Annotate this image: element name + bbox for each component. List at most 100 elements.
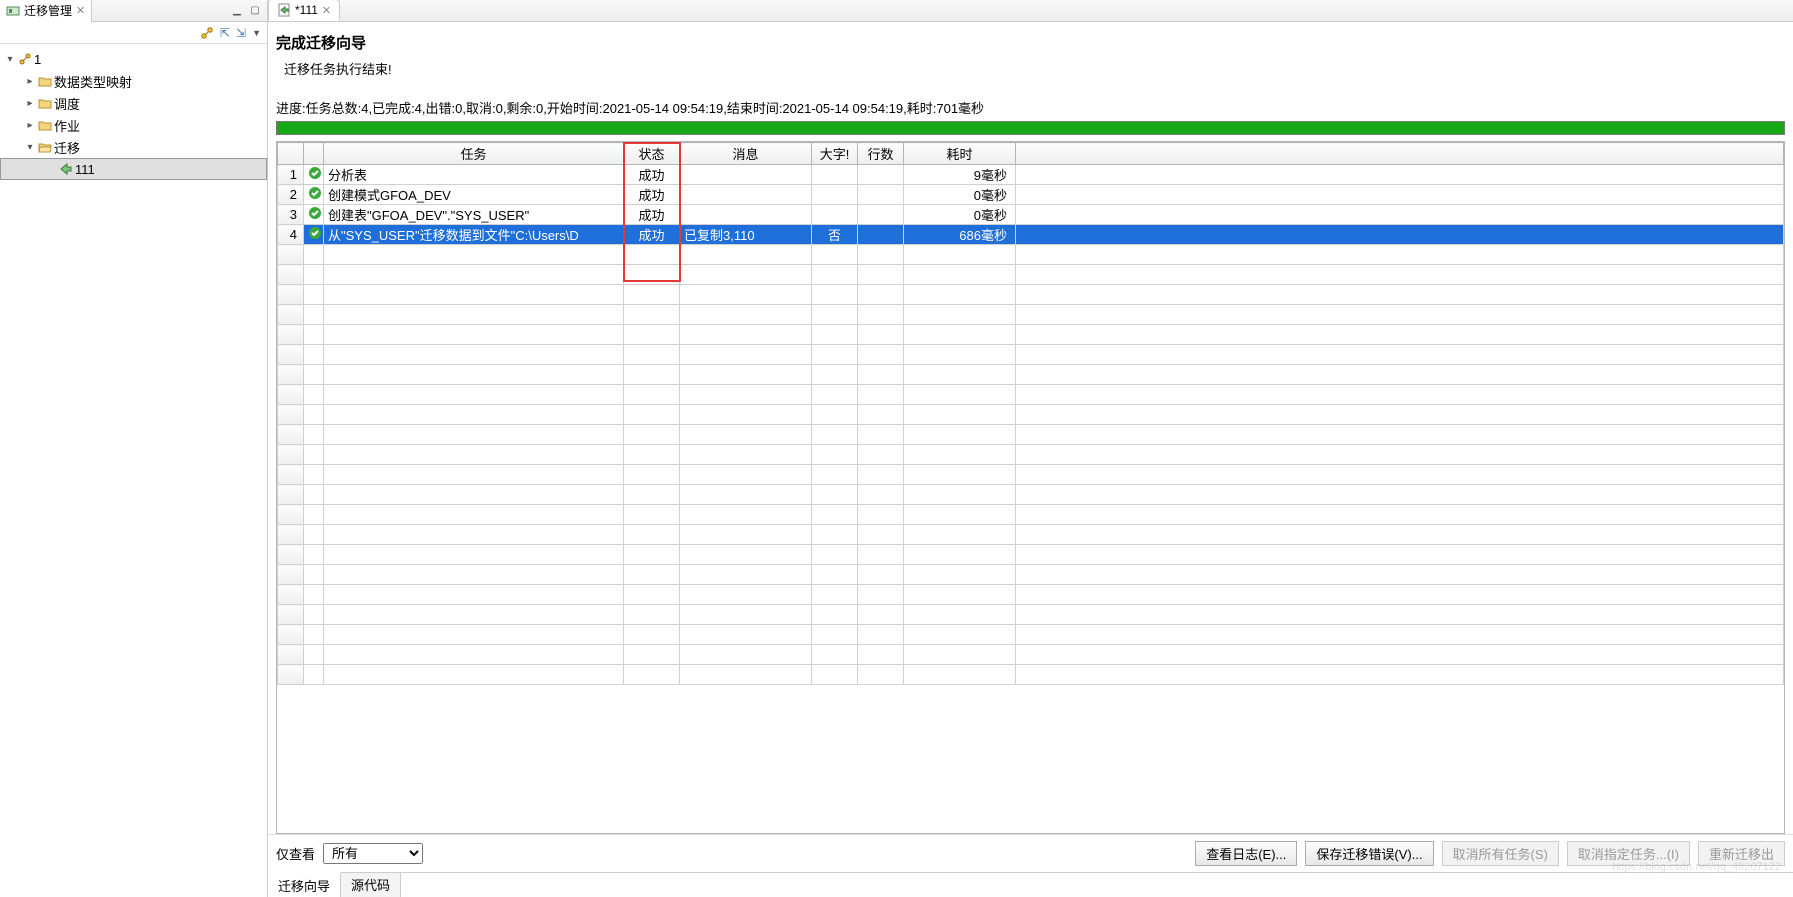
- row-status-icon: [304, 185, 324, 205]
- left-panel: 迁移管理 ✕ ▁ ▢ ⇱ ⇲ ▼ ▾ 1: [0, 0, 268, 897]
- table-row-empty: [278, 605, 1784, 625]
- left-tab-bar: 迁移管理 ✕ ▁ ▢: [0, 0, 267, 22]
- migration-task-icon: [59, 162, 73, 176]
- table-row-empty: [278, 345, 1784, 365]
- left-panel-tab[interactable]: 迁移管理 ✕: [0, 0, 92, 22]
- table-row[interactable]: 2 创建模式GFOA_DEV成功 0毫秒: [278, 185, 1784, 205]
- table-row-empty: [278, 445, 1784, 465]
- filter-select[interactable]: 所有: [323, 843, 423, 864]
- tree-root[interactable]: ▾ 1: [0, 48, 267, 70]
- row-message: [680, 185, 812, 205]
- minimize-icon[interactable]: ▁: [229, 4, 245, 18]
- import-icon[interactable]: ⇱: [220, 26, 230, 40]
- table-row[interactable]: 4 从"SYS_USER"迁移数据到文件"C:\Users\D成功已复制3,110…: [278, 225, 1784, 245]
- col-rownum[interactable]: [278, 143, 304, 165]
- row-status-icon: [304, 225, 324, 245]
- editor-tab-bar: *111 ✕: [268, 0, 1793, 22]
- row-rows: [858, 205, 904, 225]
- row-state: 成功: [624, 225, 680, 245]
- table-row[interactable]: 3 创建表"GFOA_DEV"."SYS_USER"成功 0毫秒: [278, 205, 1784, 225]
- row-message: 已复制3,110: [680, 225, 812, 245]
- row-rows: [858, 225, 904, 245]
- row-number: 1: [278, 165, 304, 185]
- tree-item-migration[interactable]: ▾ 迁移: [0, 136, 267, 158]
- row-task: 创建模式GFOA_DEV: [324, 185, 624, 205]
- row-message: [680, 165, 812, 185]
- row-task: 创建表"GFOA_DEV"."SYS_USER": [324, 205, 624, 225]
- table-row[interactable]: 1分析表成功9毫秒: [278, 165, 1784, 185]
- cancel-selected-button: 取消指定任务...(I): [1567, 841, 1690, 866]
- table-row-empty: [278, 525, 1784, 545]
- bottom-tabs: 迁移向导 源代码: [268, 872, 1793, 897]
- cancel-all-button: 取消所有任务(S): [1442, 841, 1559, 866]
- restart-migration-button: 重新迁移出: [1698, 841, 1785, 866]
- left-toolbar: ⇱ ⇲ ▼: [0, 22, 267, 44]
- connection-icon[interactable]: [200, 26, 214, 40]
- col-message[interactable]: 消息: [680, 143, 812, 165]
- col-elapsed[interactable]: 耗时: [904, 143, 1016, 165]
- chevron-down-icon: ▾: [24, 142, 36, 153]
- migration-file-icon: [277, 3, 291, 17]
- close-icon[interactable]: ✕: [322, 4, 331, 17]
- row-number: 4: [278, 225, 304, 245]
- editor-tab[interactable]: *111 ✕: [268, 0, 340, 21]
- folder-icon: [38, 96, 52, 110]
- row-number: 3: [278, 205, 304, 225]
- bottom-bar: 仅查看 所有 查看日志(E)... 保存迁移错误(V)... 取消所有任务(S)…: [268, 834, 1793, 872]
- row-elapsed: 9毫秒: [904, 165, 1016, 185]
- col-status-icon[interactable]: [304, 143, 324, 165]
- close-icon[interactable]: ✕: [76, 4, 85, 17]
- row-state: 成功: [624, 165, 680, 185]
- tree-item-label: 111: [75, 162, 95, 177]
- row-status-icon: [304, 165, 324, 185]
- row-status-icon: [304, 205, 324, 225]
- folder-icon: [38, 74, 52, 88]
- col-state[interactable]: 状态: [624, 143, 680, 165]
- tree-item-label: 作业: [54, 116, 80, 135]
- row-rows: [858, 185, 904, 205]
- tree-item-label: 迁移: [54, 138, 80, 157]
- connection-small-icon: [18, 52, 32, 66]
- maximize-icon[interactable]: ▢: [247, 4, 263, 18]
- tab-source[interactable]: 源代码: [341, 873, 401, 897]
- col-task[interactable]: 任务: [324, 143, 624, 165]
- dropdown-icon[interactable]: ▼: [252, 28, 261, 38]
- save-errors-button[interactable]: 保存迁移错误(V)...: [1305, 841, 1433, 866]
- table-row-empty: [278, 545, 1784, 565]
- progress-text: 进度:任务总数:4,已完成:4,出错:0,取消:0,剩余:0,开始时间:2021…: [268, 94, 1793, 121]
- table-row-empty: [278, 665, 1784, 685]
- row-state: 成功: [624, 185, 680, 205]
- col-bigchar[interactable]: 大字!: [812, 143, 858, 165]
- row-bigchar: [812, 165, 858, 185]
- table-row-empty: [278, 325, 1784, 345]
- right-panel: *111 ✕ 完成迁移向导 迁移任务执行结束! 进度:任务总数:4,已完成:4,…: [268, 0, 1793, 897]
- tree-item-schedule[interactable]: ▸ 调度: [0, 92, 267, 114]
- tree-item-jobs[interactable]: ▸ 作业: [0, 114, 267, 136]
- tree-item-datatype-mapping[interactable]: ▸ 数据类型映射: [0, 70, 267, 92]
- chevron-right-icon: ▸: [24, 120, 36, 131]
- row-number: 2: [278, 185, 304, 205]
- view-only-label: 仅查看: [276, 844, 315, 863]
- table-row-empty: [278, 265, 1784, 285]
- tree-root-label: 1: [34, 52, 41, 67]
- row-state: 成功: [624, 205, 680, 225]
- table-row-empty: [278, 485, 1784, 505]
- export-icon[interactable]: ⇲: [236, 26, 246, 40]
- tree-item-111[interactable]: 111: [0, 158, 267, 180]
- view-log-button[interactable]: 查看日志(E)...: [1195, 841, 1297, 866]
- tree-item-label: 调度: [54, 94, 80, 113]
- table-row-empty: [278, 565, 1784, 585]
- row-task: 从"SYS_USER"迁移数据到文件"C:\Users\D: [324, 225, 624, 245]
- row-elapsed: 0毫秒: [904, 205, 1016, 225]
- tab-wizard[interactable]: 迁移向导: [268, 872, 341, 897]
- editor-tab-label: *111: [295, 3, 318, 17]
- row-elapsed: 0毫秒: [904, 185, 1016, 205]
- editor-body: 完成迁移向导 迁移任务执行结束! 进度:任务总数:4,已完成:4,出错:0,取消…: [268, 22, 1793, 897]
- col-rows[interactable]: 行数: [858, 143, 904, 165]
- left-panel-tab-label: 迁移管理: [24, 2, 72, 19]
- task-grid[interactable]: 任务 状态 消息 大字! 行数 耗时 1分析表成功9毫秒2创建模式GFOA_DE…: [276, 141, 1785, 834]
- row-elapsed: 686毫秒: [904, 225, 1016, 245]
- table-row-empty: [278, 585, 1784, 605]
- wizard-subtitle: 迁移任务执行结束!: [268, 59, 1793, 94]
- chevron-right-icon: ▸: [24, 76, 36, 87]
